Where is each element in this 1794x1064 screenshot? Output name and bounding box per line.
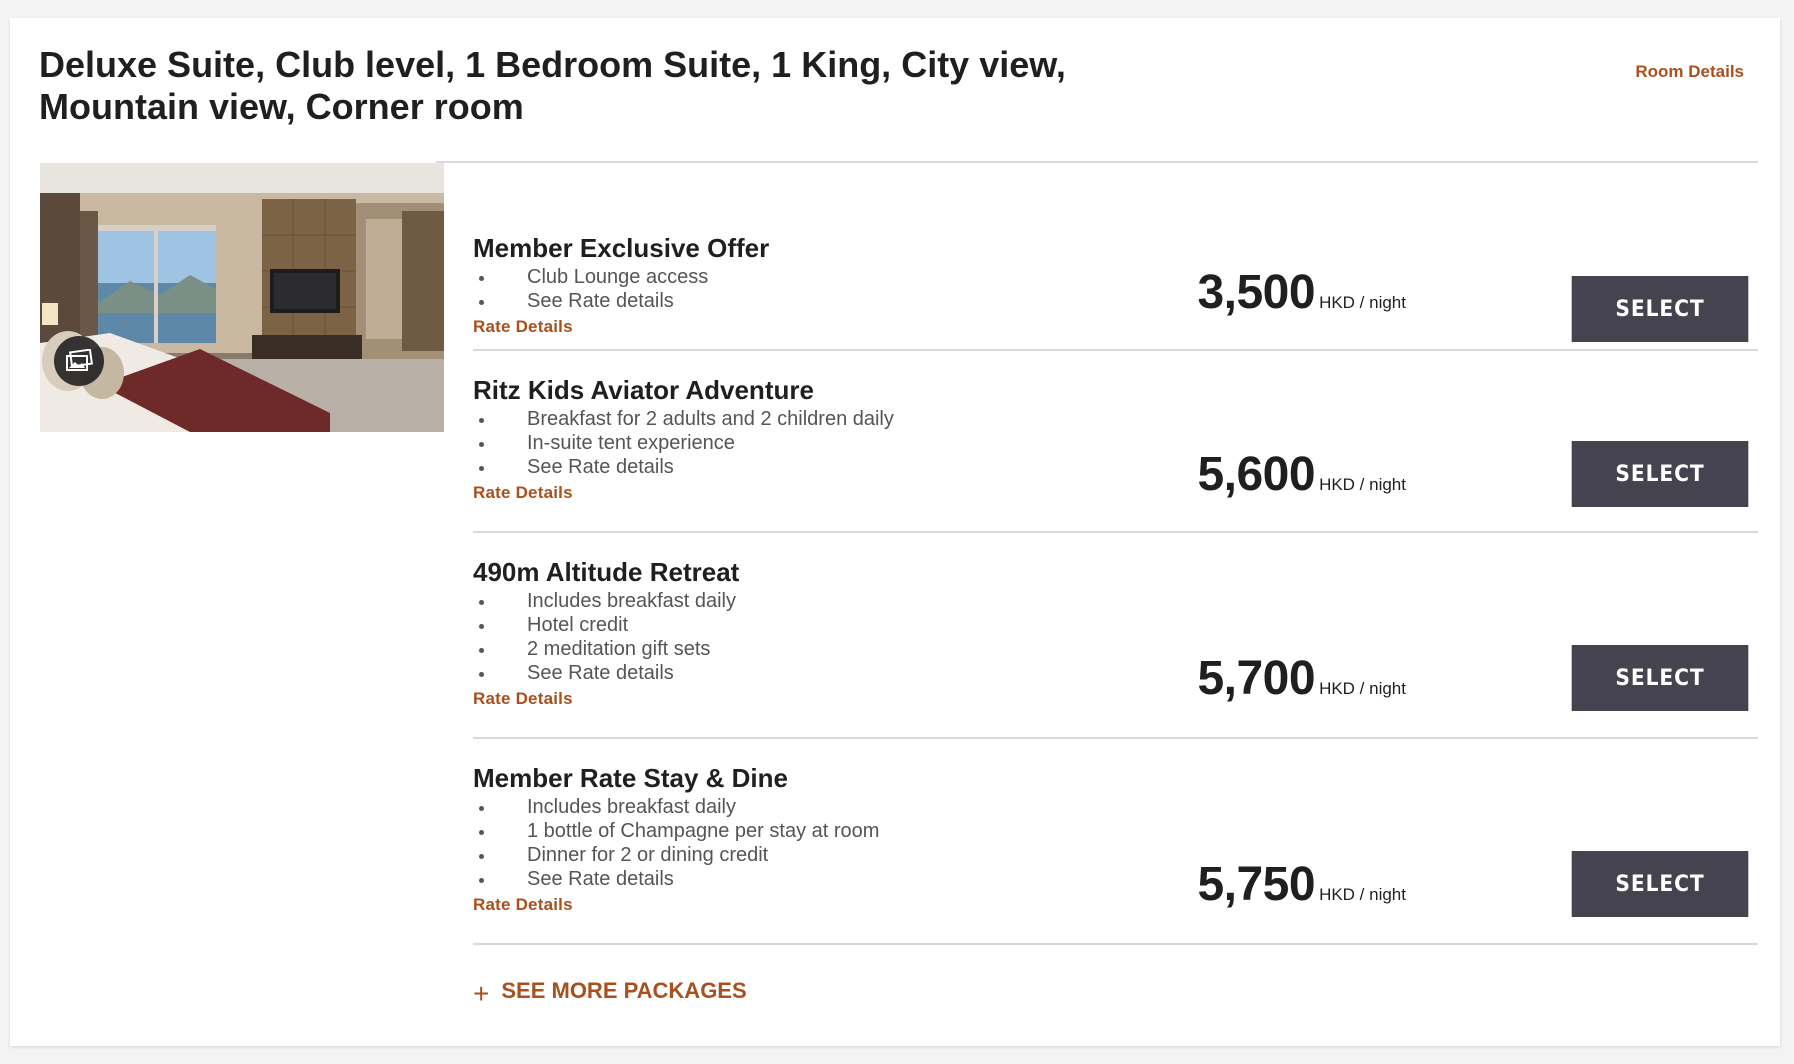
room-photo[interactable]	[40, 163, 444, 432]
package-row: 490m Altitude Retreat Includes breakfast…	[473, 533, 1758, 739]
price: 5,750 HKD / night	[1197, 857, 1406, 912]
feature-item: Dinner for 2 or dining credit	[473, 843, 879, 867]
price-unit: HKD / night	[1319, 679, 1406, 698]
see-more-packages-button[interactable]: + SEE MORE PACKAGES	[473, 974, 747, 1008]
feature-item: See Rate details	[473, 289, 769, 313]
feature-item: 1 bottle of Champagne per stay at room	[473, 819, 879, 843]
package-name: 490m Altitude Retreat	[473, 557, 740, 587]
package-features: Club Lounge access See Rate details	[473, 265, 769, 313]
package-features: Breakfast for 2 adults and 2 children da…	[473, 407, 894, 479]
package-features: Includes breakfast daily 1 bottle of Cha…	[473, 795, 879, 891]
rate-details-link[interactable]: Rate Details	[473, 895, 573, 915]
gallery-button[interactable]	[54, 336, 104, 386]
select-button[interactable]: SELECT	[1571, 645, 1749, 711]
see-more-label: SEE MORE PACKAGES	[501, 978, 747, 1003]
package-row: Member Exclusive Offer Club Lounge acces…	[473, 163, 1758, 351]
feature-item: See Rate details	[473, 455, 894, 479]
feature-item: In-suite tent experience	[473, 431, 894, 455]
feature-item: Includes breakfast daily	[473, 589, 739, 613]
price: 3,500 HKD / night	[1197, 265, 1406, 320]
packages-list: Member Exclusive Offer Club Lounge acces…	[473, 163, 1758, 945]
rate-details-link[interactable]: Rate Details	[473, 317, 573, 337]
price: 5,700 HKD / night	[1197, 651, 1406, 706]
room-photo-image	[40, 163, 444, 432]
feature-item: See Rate details	[473, 867, 879, 891]
select-button[interactable]: SELECT	[1571, 441, 1749, 507]
price-amount: 5,700	[1197, 652, 1316, 705]
room-details-link[interactable]: Room Details	[1635, 62, 1744, 82]
feature-item: See Rate details	[473, 661, 739, 685]
select-button[interactable]: SELECT	[1571, 851, 1749, 917]
feature-item: Hotel credit	[473, 613, 739, 637]
price-amount: 3,500	[1197, 266, 1316, 319]
feature-item: Breakfast for 2 adults and 2 children da…	[473, 407, 894, 431]
package-name: Member Exclusive Offer	[473, 233, 770, 263]
room-title: Deluxe Suite, Club level, 1 Bedroom Suit…	[39, 44, 1066, 127]
package-name: Member Rate Stay & Dine	[473, 763, 788, 793]
feature-item: Includes breakfast daily	[473, 795, 879, 819]
feature-item: Club Lounge access	[473, 265, 769, 289]
gallery-icon	[66, 349, 93, 371]
select-button[interactable]: SELECT	[1571, 276, 1749, 342]
package-row: Member Rate Stay & Dine Includes breakfa…	[473, 739, 1758, 945]
price-amount: 5,750	[1197, 858, 1316, 911]
price-unit: HKD / night	[1319, 293, 1406, 312]
plus-icon: +	[473, 978, 490, 1009]
room-card: Deluxe Suite, Club level, 1 Bedroom Suit…	[10, 18, 1780, 1046]
price: 5,600 HKD / night	[1197, 447, 1406, 502]
rate-details-link[interactable]: Rate Details	[473, 689, 573, 709]
package-features: Includes breakfast daily Hotel credit 2 …	[473, 589, 739, 685]
price-unit: HKD / night	[1319, 475, 1406, 494]
package-name: Ritz Kids Aviator Adventure	[473, 375, 814, 405]
rate-details-link[interactable]: Rate Details	[473, 483, 573, 503]
price-amount: 5,600	[1197, 448, 1316, 501]
package-row: Ritz Kids Aviator Adventure Breakfast fo…	[473, 351, 1758, 533]
feature-item: 2 meditation gift sets	[473, 637, 739, 661]
price-unit: HKD / night	[1319, 885, 1406, 904]
